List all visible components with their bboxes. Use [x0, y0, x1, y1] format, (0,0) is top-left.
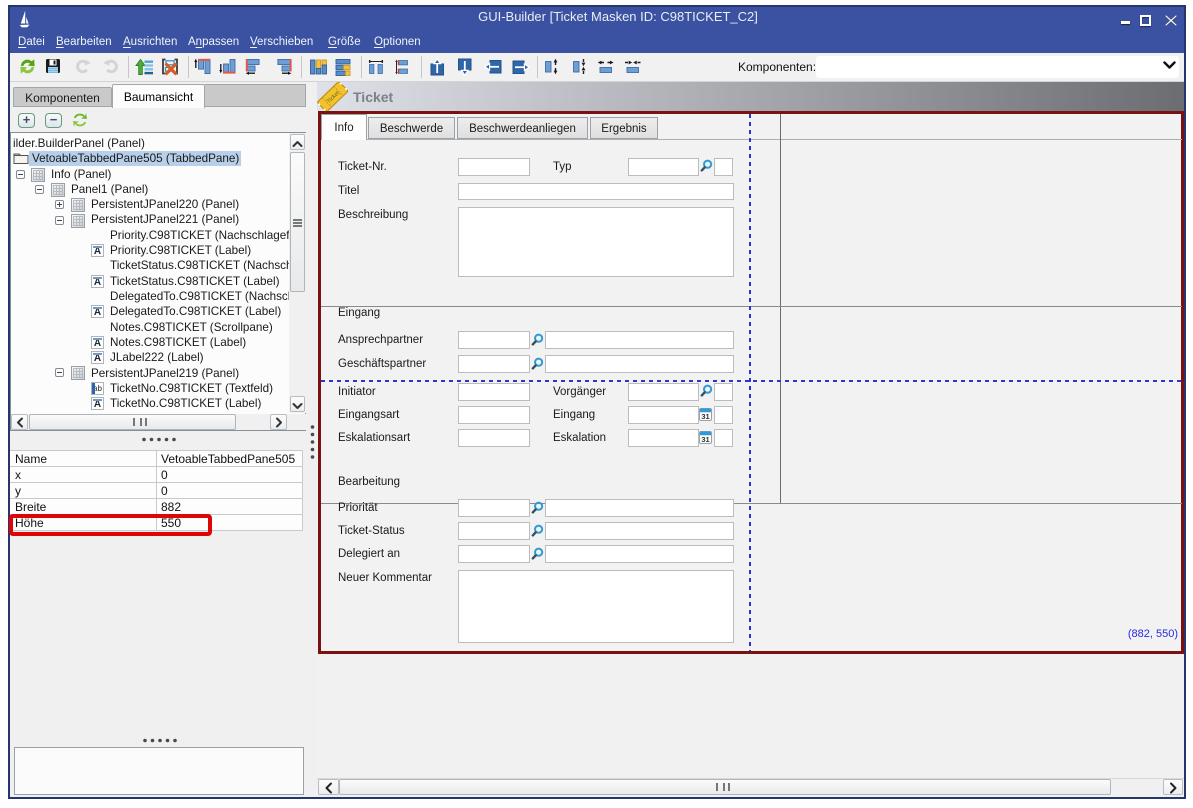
svg-text:31: 31	[701, 435, 709, 444]
svg-text:31: 31	[701, 412, 709, 421]
